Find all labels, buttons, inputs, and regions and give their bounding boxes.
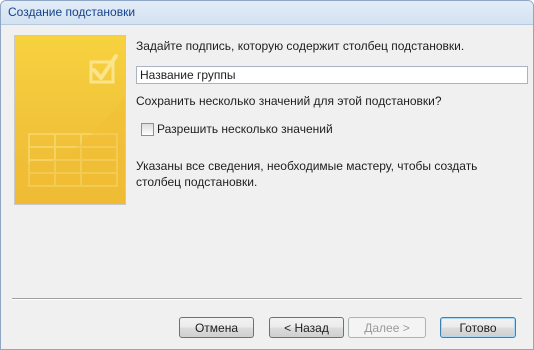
table-checkmark-icon <box>15 54 125 204</box>
finish-button[interactable]: Готово <box>440 317 516 338</box>
allow-multiple-values-label[interactable]: Разрешить несколько значений <box>157 122 333 136</box>
allow-multiple-values-checkbox[interactable] <box>141 122 154 136</box>
window-title: Создание подстановки <box>8 5 136 19</box>
back-button[interactable]: < Назад <box>269 317 344 338</box>
title-bar[interactable]: Создание подстановки <box>1 1 533 25</box>
wizard-banner-image <box>14 35 126 205</box>
wizard-body: Задайте подпись, которую содержит столбе… <box>4 25 530 347</box>
allow-multiple-values-option[interactable]: Разрешить несколько значений <box>141 122 333 136</box>
next-button[interactable]: Далее > <box>348 317 426 338</box>
cancel-button[interactable]: Отмена <box>179 317 254 338</box>
label-prompt: Задайте подпись, которую содержит столбе… <box>136 39 465 53</box>
lookup-label-input[interactable]: Название группы <box>136 66 528 84</box>
info-text: Указаны все сведения, необходимые мастер… <box>136 159 478 189</box>
wizard-window: Создание подстановки Задайте подпись, ко… <box>0 0 534 350</box>
multivalue-question: Сохранить несколько значений для этой по… <box>136 94 442 108</box>
footer-separator <box>12 298 522 300</box>
